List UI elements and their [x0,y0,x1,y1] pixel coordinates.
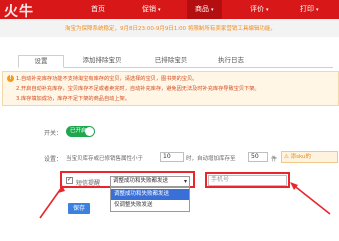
annotation-arrows [39,182,331,219]
arrowhead-left [58,185,65,193]
annotation-arrow-right [291,183,331,215]
